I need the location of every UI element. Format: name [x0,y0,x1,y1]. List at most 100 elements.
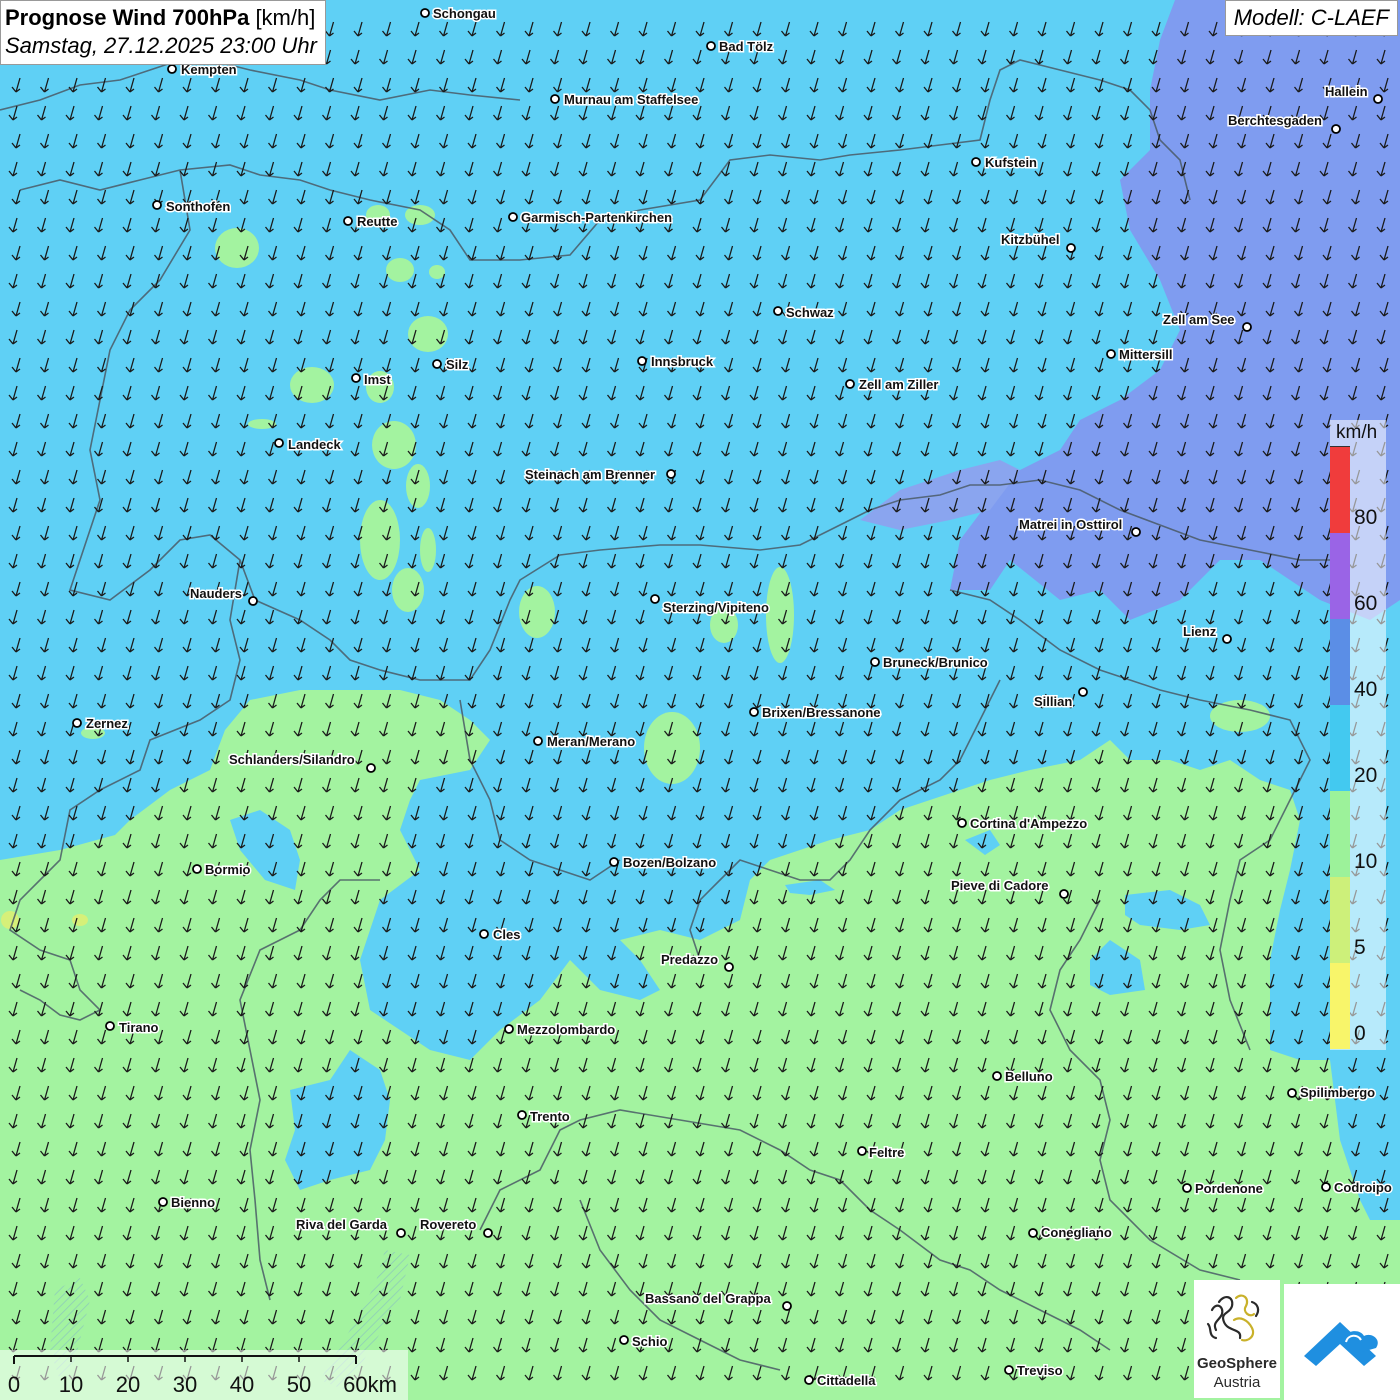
city-spilimbergo[interactable]: Spilimbergo [1287,1084,1377,1102]
city-pordenone[interactable]: Pordenone [1182,1180,1264,1198]
city-marker-icon [1078,687,1088,697]
city-marker-icon [1331,124,1341,134]
city-marker-icon [749,707,759,717]
scale-bar: 0 10 20 30 40 50 60km [0,1350,408,1400]
city-marker-icon [351,373,361,383]
scale-label: 50 [287,1372,311,1397]
scale-bar-graphic: 0 10 20 30 40 50 60km [8,1355,397,1397]
city-label: Murnau am Staffelsee [564,92,698,107]
app-logo[interactable] [1284,1284,1400,1400]
geosphere-logo[interactable]: GeoSphere Austria [1194,1280,1280,1398]
city-brixen[interactable]: Brixen/Bressanone [749,704,882,722]
city-label: Belluno [1005,1069,1053,1084]
city-marker-icon [724,962,734,972]
title-panel: Prognose Wind 700hPa [km/h] Samstag, 27.… [0,0,326,65]
city-garmisch[interactable]: Garmisch-Partenkirchen [508,209,674,227]
scale-label: 30 [173,1372,197,1397]
city-label: Garmisch-Partenkirchen [521,210,672,225]
city-label: Trento [530,1109,570,1124]
city-marker-icon [508,212,518,222]
city-marker-icon [637,356,647,366]
legend-color-bar [1330,446,1350,1049]
city-marker-icon [248,596,258,606]
city-label: Feltre [869,1145,904,1160]
city-murnau[interactable]: Murnau am Staffelsee [550,91,700,109]
city-marker-icon [1059,889,1069,899]
city-cortina[interactable]: Cortina d'Ampezzo [957,815,1089,833]
city-label: Conegliano [1041,1225,1112,1240]
city-label: Reutte [357,214,397,229]
city-label: Lienz [1183,624,1217,639]
city-label: Schwaz [786,305,834,320]
city-label: Bruneck/Brunico [883,655,988,670]
legend-color-swatch [1330,962,1350,1049]
city-label: Brixen/Bressanone [762,705,881,720]
map-title-main: Prognose Wind 700hPa [5,5,250,30]
city-marker-icon [504,1024,514,1034]
scale-label: 0 [8,1372,20,1397]
legend-color-swatch [1330,876,1350,963]
city-label: Pordenone [1195,1181,1263,1196]
city-label: Schongau [433,6,496,21]
city-marker-icon [517,1110,527,1120]
color-legend: km/h 0 5 10 20 40 60 80 [1330,420,1386,1050]
city-bruneck[interactable]: Bruneck/Brunico [870,654,989,672]
city-mezzolombardo[interactable]: Mezzolombardo [504,1021,617,1039]
legend-unit: km/h [1336,422,1378,443]
legend-label: 5 [1354,936,1366,959]
map-title: Prognose Wind 700hPa [km/h] [5,4,317,32]
city-marker-icon [396,1228,406,1238]
city-steinach[interactable]: Steinach am Brenner [524,466,676,484]
city-marker-icon [1106,349,1116,359]
city-label: Nauders [190,586,242,601]
wind-forecast-map[interactable]: Schongau Bad Tölz Kempten Murnau am Staf… [0,0,1400,1400]
geosphere-emblem-icon [1206,1294,1260,1342]
forecast-datetime: Samstag, 27.12.2025 23:00 Uhr [5,33,317,58]
city-marker-icon [1066,243,1076,253]
city-label: Sonthofen [166,199,230,214]
city-label: Berchtesgaden [1228,113,1322,128]
city-label: Tirano [119,1020,159,1035]
city-label: Bassano del Grappa [645,1291,771,1306]
legend-color-swatch [1330,704,1350,791]
scale-label: 40 [230,1372,254,1397]
city-label: Bormio [205,862,251,877]
city-marker-icon [804,1375,814,1385]
city-marker-icon [72,718,82,728]
scale-label: 60km [343,1372,397,1397]
city-marker-icon [666,469,676,479]
scale-label: 10 [59,1372,83,1397]
city-zell-am-ziller[interactable]: Zell am Ziller [845,376,940,394]
city-label: Zell am Ziller [859,377,938,392]
legend-label: 20 [1354,764,1378,787]
map-canvas: Schongau Bad Tölz Kempten Murnau am Staf… [0,0,1400,1400]
city-label: Bozen/Bolzano [623,855,716,870]
city-label: Spilimbergo [1300,1085,1375,1100]
city-marker-icon [619,1335,629,1345]
scale-label: 20 [116,1372,140,1397]
legend-color-swatch [1330,618,1350,705]
city-label: Mittersill [1119,347,1172,362]
city-marker-icon [192,864,202,874]
legend-color-swatch [1330,532,1350,619]
city-marker-icon [483,1228,493,1238]
city-label: Silz [446,357,469,372]
city-label: Zernez [86,716,128,731]
city-label: Pieve di Cadore [951,878,1049,893]
city-meran[interactable]: Meran/Merano [533,733,637,751]
city-marker-icon [343,216,353,226]
city-marker-icon [420,8,430,18]
model-label: Modell: C-LAEF [1224,0,1398,36]
city-marker-icon [274,438,284,448]
city-label: Predazzo [661,952,718,967]
city-marker-icon [366,763,376,773]
city-marker-icon [1321,1182,1331,1192]
city-marker-icon [550,94,560,104]
city-label: Treviso [1017,1363,1063,1378]
city-schongau[interactable]: Schongau [420,5,497,23]
city-label: Cittadella [817,1373,876,1388]
city-marker-icon [1242,322,1252,332]
city-bozen[interactable]: Bozen/Bolzano [609,854,718,872]
city-conegliano[interactable]: Conegliano [1028,1224,1113,1242]
city-marker-icon [782,1301,792,1311]
